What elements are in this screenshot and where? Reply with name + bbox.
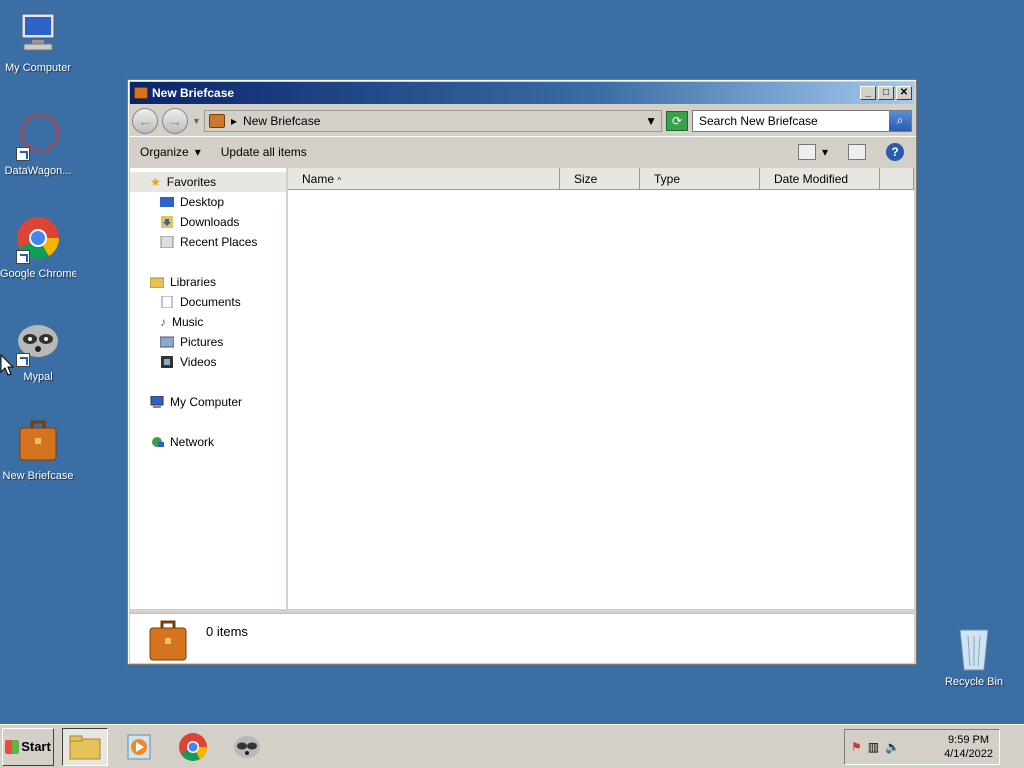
- chevron-down-icon: ▾: [194, 144, 201, 159]
- nav-my-computer[interactable]: My Computer: [130, 392, 286, 412]
- nav-item-music[interactable]: ♪ Music: [130, 312, 286, 332]
- pictures-icon: [160, 336, 174, 348]
- update-all-button[interactable]: Update all items: [221, 145, 307, 159]
- search-box[interactable]: Search New Briefcase ⌕: [692, 110, 912, 132]
- desktop-icon: [160, 197, 174, 207]
- column-date-modified[interactable]: Date Modified: [760, 168, 880, 189]
- desktop-icon-chrome[interactable]: Google Chrome: [0, 216, 76, 280]
- chrome-icon: [179, 732, 207, 761]
- music-icon: ♪: [160, 315, 166, 329]
- folder-icon: [69, 735, 101, 759]
- chrome-icon: [14, 216, 62, 264]
- recycle-bin-icon: [950, 624, 998, 672]
- datawagon-icon: [14, 113, 62, 161]
- clock-date: 4/14/2022: [944, 747, 993, 760]
- maximize-button[interactable]: □: [878, 86, 894, 100]
- windows-logo-icon: [5, 739, 20, 754]
- shortcut-arrow-icon: [16, 147, 30, 161]
- nav-network[interactable]: Network: [130, 432, 286, 452]
- action-center-flag-icon[interactable]: ⚑: [851, 740, 862, 754]
- navigation-pane: ★ Favorites Desktop Downloads Recent Pla…: [130, 168, 288, 609]
- taskbar-chrome-button[interactable]: [170, 728, 216, 766]
- address-field[interactable]: ▸ New Briefcase ▼: [204, 110, 662, 132]
- column-name[interactable]: Name ^: [288, 168, 560, 189]
- star-icon: ★: [150, 175, 161, 189]
- volume-icon[interactable]: 🔈: [885, 740, 900, 754]
- nav-libraries[interactable]: Libraries: [130, 272, 286, 292]
- taskbar-media-player-button[interactable]: [116, 728, 162, 766]
- mouse-cursor-icon: [0, 354, 14, 376]
- briefcase-icon: [134, 87, 148, 99]
- taskbar-mypal-button[interactable]: [224, 728, 270, 766]
- address-text: New Briefcase: [243, 114, 321, 128]
- taskbar-explorer-button[interactable]: [62, 727, 108, 766]
- file-list[interactable]: Name ^ Size Type Date Modified: [288, 168, 914, 609]
- details-pane: 0 items: [130, 613, 914, 663]
- forward-button[interactable]: →: [162, 108, 188, 134]
- shortcut-arrow-icon: [16, 353, 30, 367]
- show-desktop-button[interactable]: [1004, 729, 1022, 765]
- clock-time: 9:59 PM: [948, 733, 990, 746]
- nav-item-downloads[interactable]: Downloads: [130, 212, 286, 232]
- recent-places-icon: [160, 236, 174, 248]
- nav-item-documents[interactable]: Documents: [130, 292, 286, 312]
- address-chevron-icon[interactable]: ▸: [231, 114, 237, 128]
- explorer-window: New Briefcase _ □ ✕ ← → ▼ ▸ New Briefcas…: [127, 79, 917, 665]
- network-icon: [152, 437, 164, 447]
- videos-icon: [161, 356, 173, 368]
- briefcase-icon: [148, 620, 188, 661]
- nav-item-desktop[interactable]: Desktop: [130, 192, 286, 212]
- title-bar[interactable]: New Briefcase _ □ ✕: [130, 82, 914, 104]
- update-label: Update all items: [220, 144, 307, 159]
- nav-item-videos[interactable]: Videos: [130, 352, 286, 372]
- desktop-icon-datawagon[interactable]: DataWagon...: [0, 113, 76, 177]
- downloads-icon: [161, 216, 173, 228]
- start-button[interactable]: Start: [2, 727, 54, 766]
- briefcase-icon: [209, 114, 225, 128]
- item-count: 0 items: [206, 624, 248, 639]
- chevron-down-icon: ▾: [821, 144, 828, 159]
- view-icon: [797, 143, 816, 160]
- search-icon[interactable]: ⌕: [889, 111, 911, 131]
- desktop-icon-my-computer[interactable]: My Computer: [0, 10, 76, 74]
- search-input[interactable]: Search New Briefcase: [693, 114, 889, 128]
- desktop-icon-recycle-bin[interactable]: Recycle Bin: [936, 624, 1012, 688]
- network-tray-icon[interactable]: ▥: [868, 740, 879, 754]
- shortcut-arrow-icon: [16, 250, 30, 264]
- column-headers: Name ^ Size Type Date Modified: [288, 168, 914, 190]
- minimize-button[interactable]: _: [860, 86, 876, 100]
- libraries-icon: [150, 277, 164, 288]
- briefcase-icon: [14, 418, 62, 466]
- system-tray: ⚑ ▥ 🔈 9:59 PM 4/14/2022: [844, 728, 1000, 765]
- raccoon-icon: [14, 319, 62, 367]
- command-bar: Organize ▾ Update all items ▾ ?: [128, 136, 916, 166]
- nav-item-pictures[interactable]: Pictures: [130, 332, 286, 352]
- media-player-icon: [127, 734, 151, 759]
- sort-ascending-icon: ^: [337, 176, 342, 185]
- raccoon-icon: [234, 735, 260, 758]
- organize-label: Organize: [140, 144, 189, 159]
- column-size[interactable]: Size: [560, 168, 640, 189]
- clock[interactable]: 9:59 PM 4/14/2022: [944, 733, 993, 761]
- preview-pane-icon[interactable]: [848, 143, 866, 160]
- column-extra: [880, 168, 914, 189]
- computer-icon: [14, 10, 62, 58]
- column-type[interactable]: Type: [640, 168, 760, 189]
- address-bar-row: ← → ▼ ▸ New Briefcase ▼ ⟳ Search New Bri…: [128, 106, 916, 136]
- nav-item-recent-places[interactable]: Recent Places: [130, 232, 286, 252]
- refresh-button[interactable]: ⟳: [666, 111, 688, 131]
- computer-icon: [150, 396, 164, 408]
- view-options-button[interactable]: ▾: [797, 143, 828, 160]
- address-dropdown-icon[interactable]: ▼: [645, 114, 657, 128]
- organize-button[interactable]: Organize ▾: [140, 145, 201, 159]
- documents-icon: [161, 296, 173, 308]
- help-icon[interactable]: ?: [886, 142, 904, 161]
- nav-favorites[interactable]: ★ Favorites: [130, 172, 286, 192]
- desktop-icon-new-briefcase[interactable]: New Briefcase: [0, 418, 76, 482]
- history-dropdown-icon[interactable]: ▼: [192, 116, 201, 126]
- close-button[interactable]: ✕: [896, 86, 912, 100]
- back-button[interactable]: ←: [132, 108, 158, 134]
- window-title: New Briefcase: [152, 86, 235, 100]
- taskbar: Start ⚑ ▥ 🔈 9:59 PM 4/14/2022: [0, 724, 1024, 768]
